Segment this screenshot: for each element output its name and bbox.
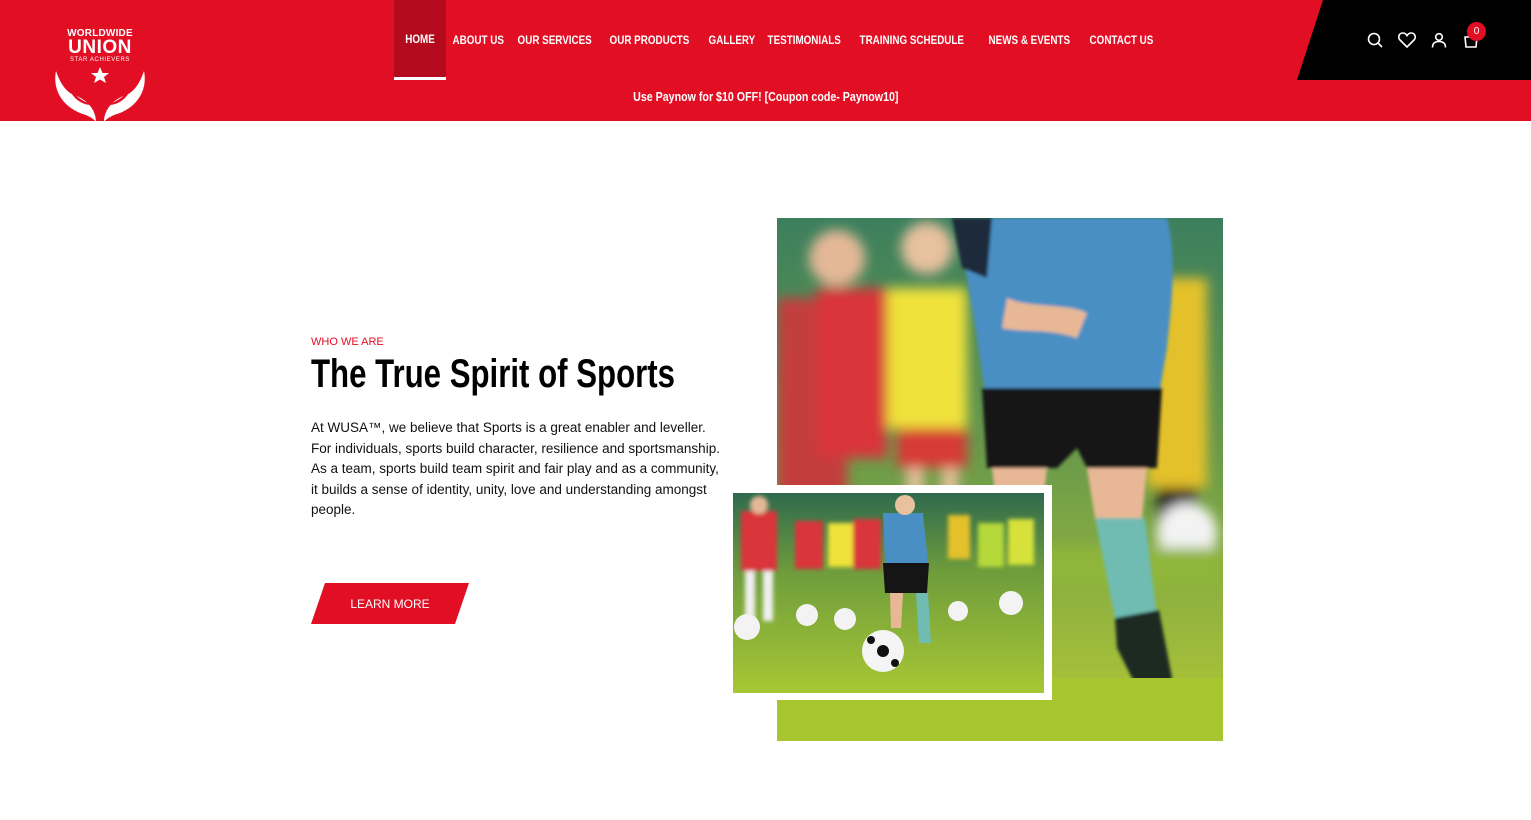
promo-text: Use Paynow for $10 OFF! [Coupon code- Pa… xyxy=(632,89,899,104)
nav-item-label: HOME xyxy=(405,31,435,46)
nav-item-label: OUR PRODUCTS xyxy=(609,33,690,47)
cart-count-badge: 0 xyxy=(1467,22,1486,41)
search-icon[interactable] xyxy=(1366,30,1384,50)
logo-line3: STAR ACHIEVERS xyxy=(70,57,130,63)
header-icons xyxy=(1366,30,1480,50)
nav-item-label: GALLERY xyxy=(709,33,756,47)
nav-item-about-us[interactable]: ABOUT US xyxy=(446,0,511,80)
nav-item-our-products[interactable]: OUR PRODUCTS xyxy=(603,0,696,80)
nav-item-label: CONTACT US xyxy=(1089,33,1154,47)
logo-line2: UNION xyxy=(68,37,132,58)
section-kicker: WHO WE ARE xyxy=(311,336,384,348)
nav-item-label: NEWS & EVENTS xyxy=(988,33,1071,47)
inset-photo-frame xyxy=(733,485,1052,700)
inset-photo-kids-soccer xyxy=(733,493,1044,693)
nav-item-news-events[interactable]: NEWS & EVENTS xyxy=(982,0,1077,80)
section-title: The True Spirit of Sports xyxy=(311,352,676,396)
user-icon[interactable] xyxy=(1430,30,1448,50)
nav-item-label: ABOUT US xyxy=(452,33,504,47)
nav-item-label: TRAINING SCHEDULE xyxy=(859,33,964,47)
nav-item-home[interactable]: HOME xyxy=(394,0,446,80)
nav-item-testimonials[interactable]: TESTIMONIALS xyxy=(761,0,847,80)
nav-item-contact-us[interactable]: CONTACT US xyxy=(1083,0,1160,80)
promo-banner[interactable]: Use Paynow for $10 OFF! [Coupon code- Pa… xyxy=(0,89,1531,104)
learn-more-button[interactable]: LEARN MORE xyxy=(311,583,469,624)
nav-item-gallery[interactable]: GALLERY xyxy=(702,0,762,80)
heart-icon[interactable] xyxy=(1398,30,1416,50)
main-nav: HOME ABOUT US OUR SERVICES OUR PRODUCTS GALL… xyxy=(394,0,1163,80)
nav-item-training-schedule[interactable]: TRAINING SCHEDULE xyxy=(853,0,971,80)
site-header: WORLDWIDE UNION STAR ACHIEVERS HOME ABOUT… xyxy=(0,0,1531,122)
section-body: At WUSA™, we believe that Sports is a gr… xyxy=(311,420,720,517)
site-logo[interactable]: WORLDWIDE UNION STAR ACHIEVERS xyxy=(50,28,150,122)
nav-item-label: TESTIMONIALS xyxy=(767,33,842,47)
nav-item-our-services[interactable]: OUR SERVICES xyxy=(511,0,598,80)
nav-item-label: OUR SERVICES xyxy=(517,33,592,47)
learn-more-label: LEARN MORE xyxy=(350,596,430,611)
